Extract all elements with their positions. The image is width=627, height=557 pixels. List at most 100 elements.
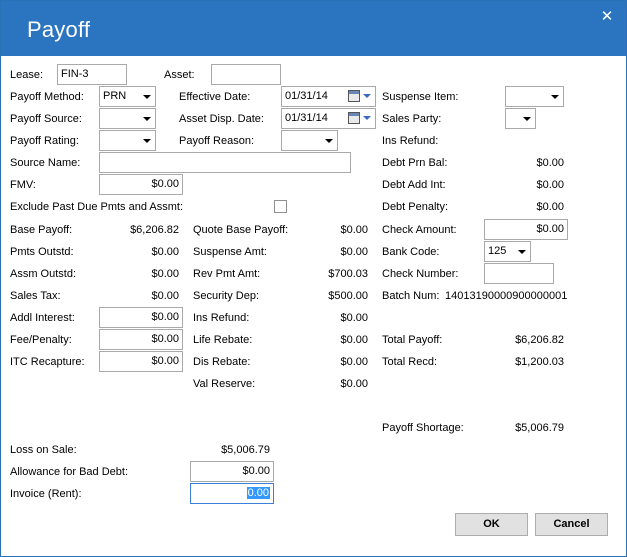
- check-amount-input[interactable]: $0.00: [484, 219, 568, 240]
- effective-date-value: 01/31/14: [285, 90, 328, 102]
- total-recd-label: Total Recd:: [382, 356, 438, 368]
- calendar-icon: [348, 112, 360, 124]
- debt-prn-bal-value: $0.00: [536, 157, 564, 169]
- fee-penalty-label: Fee/Penalty:: [10, 334, 72, 346]
- dis-rebate-value: $0.00: [340, 356, 368, 368]
- ins-refund-value: $0.00: [340, 312, 368, 324]
- calendar-button[interactable]: [347, 89, 373, 104]
- chevron-down-icon: [363, 116, 371, 120]
- quote-base-payoff-label: Quote Base Payoff:: [193, 224, 289, 236]
- batch-num-value: 14013190000900000001: [445, 290, 568, 302]
- chevron-down-icon: [143, 117, 151, 121]
- payoff-method-dropdown[interactable]: PRN: [99, 86, 156, 107]
- allowance-bad-debt-label: Allowance for Bad Debt:: [10, 466, 129, 478]
- base-payoff-label: Base Payoff:: [10, 224, 73, 236]
- suspense-item-dropdown[interactable]: [505, 86, 564, 107]
- ins-refund-label: Ins Refund:: [193, 312, 250, 324]
- check-number-label: Check Number:: [382, 268, 459, 280]
- payoff-shortage-label: Payoff Shortage:: [382, 422, 464, 434]
- sales-party-label: Sales Party:: [382, 113, 442, 125]
- asset-input[interactable]: [211, 64, 281, 85]
- chevron-down-icon: [363, 94, 371, 98]
- exclude-past-due-checkbox[interactable]: [274, 200, 287, 213]
- payoff-reason-dropdown[interactable]: [281, 130, 338, 151]
- close-icon[interactable]: ✕: [596, 7, 618, 27]
- life-rebate-value: $0.00: [340, 334, 368, 346]
- bank-code-dropdown[interactable]: 125: [484, 241, 531, 262]
- sales-tax-value: $0.00: [151, 290, 179, 302]
- dis-rebate-label: Dis Rebate:: [193, 356, 251, 368]
- effective-date-picker[interactable]: 01/31/14: [281, 86, 376, 107]
- payoff-dialog: Payoff ✕ Lease: FIN-3 Asset: Payoff Meth…: [0, 0, 627, 557]
- pmts-outstd-value: $0.00: [151, 246, 179, 258]
- rev-pmt-amt-value: $700.03: [328, 268, 368, 280]
- asset-disp-date-label: Asset Disp. Date:: [179, 113, 264, 125]
- payoff-rating-dropdown[interactable]: [99, 130, 156, 151]
- source-name-label: Source Name:: [10, 157, 81, 169]
- payoff-method-label: Payoff Method:: [10, 91, 84, 103]
- quote-base-payoff-value: $0.00: [340, 224, 368, 236]
- ok-button[interactable]: OK: [455, 513, 528, 536]
- bank-code-value: 125: [488, 245, 507, 257]
- lease-label: Lease:: [10, 69, 44, 81]
- invoice-rent-input[interactable]: 0.00: [190, 483, 274, 504]
- assm-outstd-label: Assm Outstd:: [10, 268, 77, 280]
- source-name-input[interactable]: [99, 152, 351, 173]
- calendar-button[interactable]: [347, 111, 373, 126]
- fee-penalty-input[interactable]: $0.00: [99, 329, 183, 350]
- title-bar: Payoff ✕: [1, 1, 626, 56]
- bank-code-label: Bank Code:: [382, 246, 440, 258]
- pmts-outstd-label: Pmts Outstd:: [10, 246, 74, 258]
- batch-num-label: Batch Num:: [382, 290, 440, 302]
- rev-pmt-amt-label: Rev Pmt Amt:: [193, 268, 261, 280]
- val-reserve-value: $0.00: [340, 378, 368, 390]
- total-payoff-label: Total Payoff:: [382, 334, 443, 346]
- exclude-past-due-label: Exclude Past Due Pmts and Assmt:: [10, 201, 184, 213]
- chevron-down-icon: [518, 250, 526, 254]
- payoff-method-value: PRN: [103, 90, 127, 102]
- debt-penalty-value: $0.00: [536, 201, 564, 213]
- sales-party-dropdown[interactable]: [505, 108, 536, 129]
- asset-label: Asset:: [164, 69, 195, 81]
- asset-disp-date-picker[interactable]: 01/31/14: [281, 108, 376, 129]
- chevron-down-icon: [143, 139, 151, 143]
- check-amount-label: Check Amount:: [382, 224, 457, 236]
- check-number-input[interactable]: [484, 263, 554, 284]
- effective-date-label: Effective Date:: [179, 91, 251, 103]
- fmv-input[interactable]: $0.00: [99, 174, 183, 195]
- debt-add-int-label: Debt Add Int:: [382, 179, 446, 191]
- debt-penalty-label: Debt Penalty:: [382, 201, 449, 213]
- chevron-down-icon: [325, 139, 333, 143]
- chevron-down-icon: [551, 95, 559, 99]
- loss-on-sale-value: $5,006.79: [221, 444, 270, 456]
- debt-add-int-value: $0.00: [536, 179, 564, 191]
- allowance-bad-debt-input[interactable]: $0.00: [190, 461, 274, 482]
- total-recd-value: $1,200.03: [515, 356, 564, 368]
- itc-recapture-label: ITC Recapture:: [10, 356, 85, 368]
- cancel-button[interactable]: Cancel: [535, 513, 608, 536]
- security-dep-label: Security Dep:: [193, 290, 260, 302]
- payoff-source-label: Payoff Source:: [10, 113, 82, 125]
- addl-interest-label: Addl Interest:: [10, 312, 75, 324]
- suspense-amt-value: $0.00: [340, 246, 368, 258]
- suspense-amt-label: Suspense Amt:: [193, 246, 267, 258]
- itc-recapture-input[interactable]: $0.00: [99, 351, 183, 372]
- val-reserve-label: Val Reserve:: [193, 378, 256, 390]
- payoff-source-dropdown[interactable]: [99, 108, 156, 129]
- chevron-down-icon: [143, 95, 151, 99]
- chevron-down-icon: [523, 117, 531, 121]
- lease-input[interactable]: FIN-3: [57, 64, 127, 85]
- payoff-reason-label: Payoff Reason:: [179, 135, 255, 147]
- total-payoff-value: $6,206.82: [515, 334, 564, 346]
- addl-interest-input[interactable]: $0.00: [99, 307, 183, 328]
- calendar-icon: [348, 90, 360, 102]
- fmv-label: FMV:: [10, 179, 36, 191]
- invoice-rent-value: 0.00: [246, 487, 270, 499]
- security-dep-value: $500.00: [328, 290, 368, 302]
- assm-outstd-value: $0.00: [151, 268, 179, 280]
- dialog-title: Payoff: [27, 17, 91, 42]
- invoice-rent-label: Invoice (Rent):: [10, 488, 82, 500]
- payoff-shortage-value: $5,006.79: [515, 422, 564, 434]
- suspense-item-label: Suspense Item:: [382, 91, 459, 103]
- sales-tax-label: Sales Tax:: [10, 290, 61, 302]
